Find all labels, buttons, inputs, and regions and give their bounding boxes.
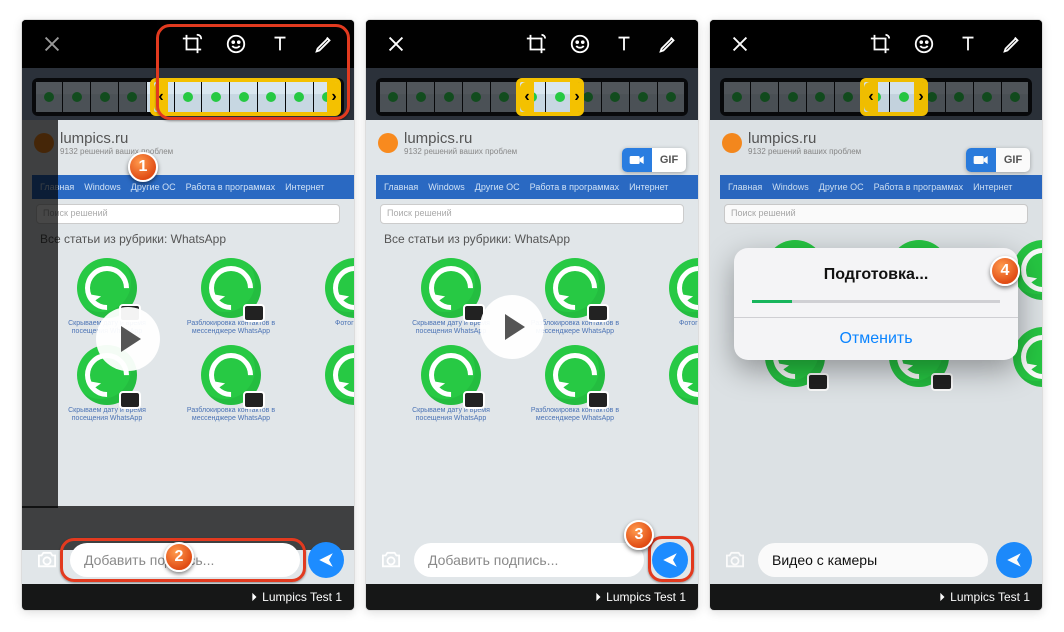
pencil-icon	[313, 33, 335, 55]
emoji-button[interactable]	[560, 24, 600, 64]
whatsapp-icon	[545, 258, 605, 318]
text-button[interactable]	[260, 24, 300, 64]
chevron-right-icon	[250, 592, 258, 602]
crop-icon	[181, 33, 203, 55]
site-title: lumpics.ru	[404, 130, 517, 147]
recipient-name: Lumpics Test 1	[262, 590, 342, 604]
crop-button[interactable]	[172, 24, 212, 64]
nav-item: Другие ОС	[475, 182, 520, 192]
draw-button[interactable]	[648, 24, 688, 64]
site-search: Поиск решений	[380, 204, 684, 224]
recipient-bar[interactable]: Lumpics Test 1	[22, 584, 354, 610]
nav-item: Главная	[384, 182, 418, 192]
nav-item: Работа в программах	[530, 182, 620, 192]
close-icon	[41, 33, 63, 55]
callout-3: 3	[624, 520, 654, 550]
site-search: Поиск решений	[36, 204, 340, 224]
play-button[interactable]	[480, 295, 544, 359]
whatsapp-icon	[201, 258, 261, 318]
whatsapp-icon	[325, 345, 354, 405]
send-button[interactable]	[652, 542, 688, 578]
site-nav: Главная Windows Другие ОС Работа в прогр…	[32, 175, 354, 199]
article-title: Разблокировка контактов в мессенджере Wh…	[181, 320, 281, 337]
callout-1: 1	[128, 152, 158, 182]
gif-label: GIF	[652, 154, 686, 166]
site-articles-grid: Скрываем дату и время посещения WhatsApp…	[396, 258, 698, 424]
nav-item: Другие ОС	[131, 182, 176, 192]
whatsapp-icon	[669, 258, 698, 318]
screen-3: lumpics.ru 9132 решений ваших проблем Гл…	[710, 20, 1042, 610]
video-trim-bar[interactable]	[376, 78, 688, 116]
camera-button[interactable]	[376, 545, 406, 575]
recipient-bar[interactable]: Lumpics Test 1	[366, 584, 698, 610]
send-icon	[661, 551, 679, 569]
caption-input[interactable]: Добавить подпись...	[414, 543, 644, 577]
whatsapp-icon	[545, 345, 605, 405]
text-button[interactable]	[604, 24, 644, 64]
camera-icon	[36, 551, 58, 569]
camera-button[interactable]	[32, 545, 62, 575]
whatsapp-icon	[421, 258, 481, 318]
recipient-name: Lumpics Test 1	[606, 590, 686, 604]
site-subtitle: 9132 решений ваших проблем	[60, 147, 173, 156]
site-subtitle: 9132 решений ваших проблем	[404, 147, 517, 156]
callout-4: 4	[990, 256, 1020, 286]
modal-cancel-button[interactable]: Отменить	[734, 318, 1018, 360]
modal-progress	[752, 300, 1000, 303]
draw-button[interactable]	[304, 24, 344, 64]
send-button[interactable]	[308, 542, 344, 578]
site-heading: Все статьи из рубрики: WhatsApp	[384, 232, 698, 246]
site-nav: Главная Windows Другие ОС Работа в прогр…	[376, 175, 698, 199]
play-button[interactable]	[96, 307, 160, 371]
close-icon	[385, 33, 407, 55]
article-title: Скрываем дату и время посещения WhatsApp	[57, 407, 157, 424]
nav-item: Windows	[428, 182, 465, 192]
crop-button[interactable]	[516, 24, 556, 64]
caption-placeholder: Добавить подпись...	[428, 552, 558, 568]
nav-item: Интернет	[285, 182, 324, 192]
camera-icon	[380, 551, 402, 569]
article-title: Разблокировка контактов в мессенджере Wh…	[181, 407, 281, 424]
video-trim-bar[interactable]	[32, 78, 344, 116]
editor-toolbar	[22, 20, 354, 68]
video-mode-icon	[622, 148, 652, 172]
article-title: Разблокировка контактов в мессенджере Wh…	[525, 407, 625, 424]
screen-1: lumpics.ru 9132 решений ваших проблем Гл…	[22, 20, 354, 610]
dim-overlay	[22, 120, 58, 508]
emoji-icon	[225, 33, 247, 55]
emoji-icon	[569, 33, 591, 55]
caption-placeholder: Добавить подпись...	[84, 552, 214, 568]
text-icon	[269, 33, 291, 55]
close-button[interactable]	[32, 24, 72, 64]
screen-2: lumpics.ru 9132 решений ваших проблем Гл…	[366, 20, 698, 610]
nav-item: Windows	[84, 182, 121, 192]
whatsapp-icon	[421, 345, 481, 405]
pencil-icon	[657, 33, 679, 55]
nav-item: Интернет	[629, 182, 668, 192]
chevron-right-icon	[594, 592, 602, 602]
crop-icon	[525, 33, 547, 55]
whatsapp-icon	[325, 258, 354, 318]
whatsapp-icon	[201, 345, 261, 405]
text-icon	[613, 33, 635, 55]
article-title: Фотография	[649, 320, 698, 328]
preparing-modal: Подготовка... Отменить	[734, 248, 1018, 360]
send-icon	[317, 551, 335, 569]
emoji-button[interactable]	[216, 24, 256, 64]
nav-item: Работа в программах	[186, 182, 276, 192]
close-button[interactable]	[376, 24, 416, 64]
video-gif-toggle[interactable]: GIF	[622, 148, 686, 172]
caption-area: Добавить подпись... Lumpics Test 1	[22, 532, 354, 610]
callout-2: 2	[164, 542, 194, 572]
article-title: Скрываем дату и время посещения WhatsApp	[401, 407, 501, 424]
site-heading: Все статьи из рубрики: WhatsApp	[40, 232, 354, 246]
editor-toolbar	[366, 20, 698, 68]
whatsapp-icon	[669, 345, 698, 405]
site-title: lumpics.ru	[60, 130, 173, 147]
article-title: Фотография	[305, 320, 354, 328]
site-logo-icon	[378, 133, 398, 153]
